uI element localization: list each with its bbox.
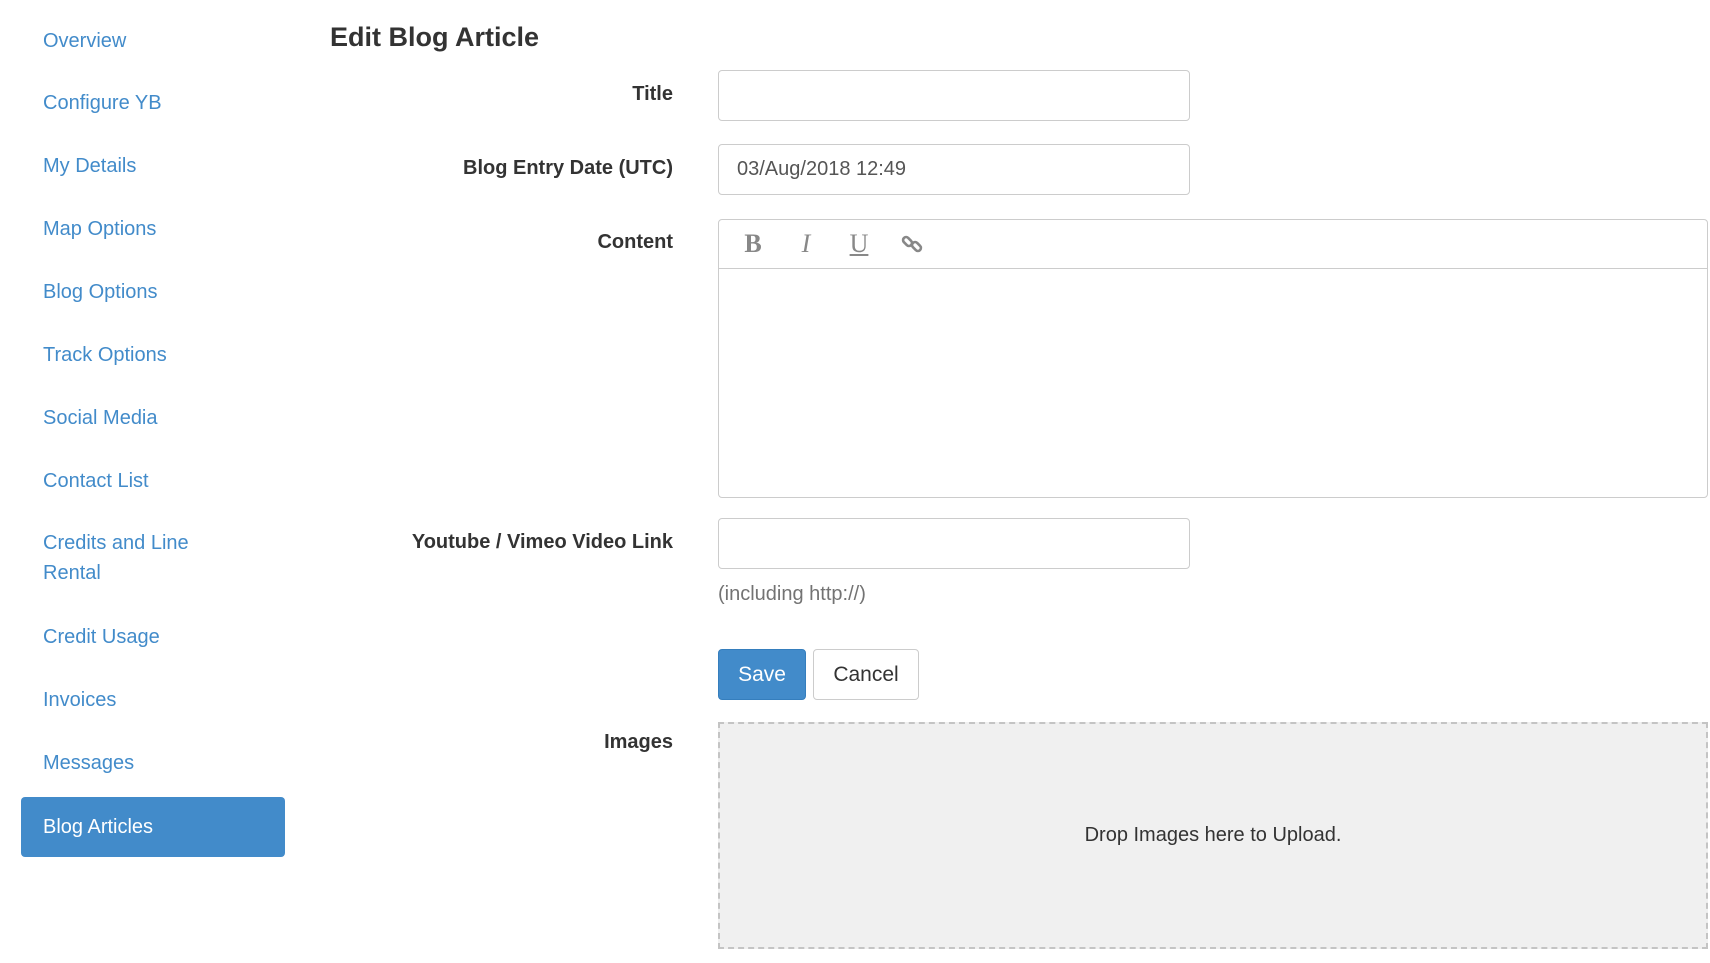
underline-button[interactable]: U	[841, 226, 877, 262]
content-label: Content	[597, 231, 673, 253]
images-label: Images	[604, 731, 673, 753]
sidebar-item-credits-line-rental[interactable]: Credits and Line Rental	[21, 528, 231, 588]
video-link-label: Youtube / Vimeo Video Link	[411, 531, 673, 553]
cancel-button[interactable]: Cancel	[813, 649, 919, 700]
sidebar-item-messages[interactable]: Messages	[21, 748, 285, 778]
video-link-input[interactable]	[718, 518, 1190, 569]
blog-entry-date-label: Blog Entry Date (UTC)	[463, 157, 673, 179]
italic-button[interactable]: I	[788, 226, 824, 262]
blog-entry-date-input[interactable]	[718, 144, 1190, 195]
dropzone-text: Drop Images here to Upload.	[1084, 824, 1342, 846]
link-icon[interactable]	[894, 226, 930, 262]
sidebar-item-overview[interactable]: Overview	[21, 26, 285, 56]
content-editor: B I U	[718, 219, 1708, 498]
save-button[interactable]: Save	[718, 649, 806, 700]
video-link-help-text: (including http://)	[718, 583, 866, 605]
page-title: Edit Blog Article	[330, 22, 540, 52]
sidebar-item-map-options[interactable]: Map Options	[21, 214, 285, 244]
sidebar-item-configure-yb[interactable]: Configure YB	[21, 88, 285, 118]
image-dropzone[interactable]: Drop Images here to Upload.	[718, 722, 1708, 949]
sidebar-item-blog-options[interactable]: Blog Options	[21, 277, 285, 307]
sidebar-item-blog-articles[interactable]: Blog Articles	[21, 797, 285, 857]
title-label: Title	[632, 83, 673, 105]
page: Overview Configure YB My Details Map Opt…	[0, 0, 1710, 963]
bold-button[interactable]: B	[735, 226, 771, 262]
title-input[interactable]	[718, 70, 1190, 121]
content-editor-body[interactable]	[719, 269, 1707, 497]
sidebar-item-credit-usage[interactable]: Credit Usage	[21, 622, 285, 652]
sidebar-item-track-options[interactable]: Track Options	[21, 340, 285, 370]
sidebar-item-contact-list[interactable]: Contact List	[21, 466, 285, 496]
sidebar-item-invoices[interactable]: Invoices	[21, 685, 285, 715]
editor-toolbar: B I U	[719, 220, 1707, 269]
sidebar-item-social-media[interactable]: Social Media	[21, 403, 285, 433]
sidebar-item-my-details[interactable]: My Details	[21, 151, 285, 181]
